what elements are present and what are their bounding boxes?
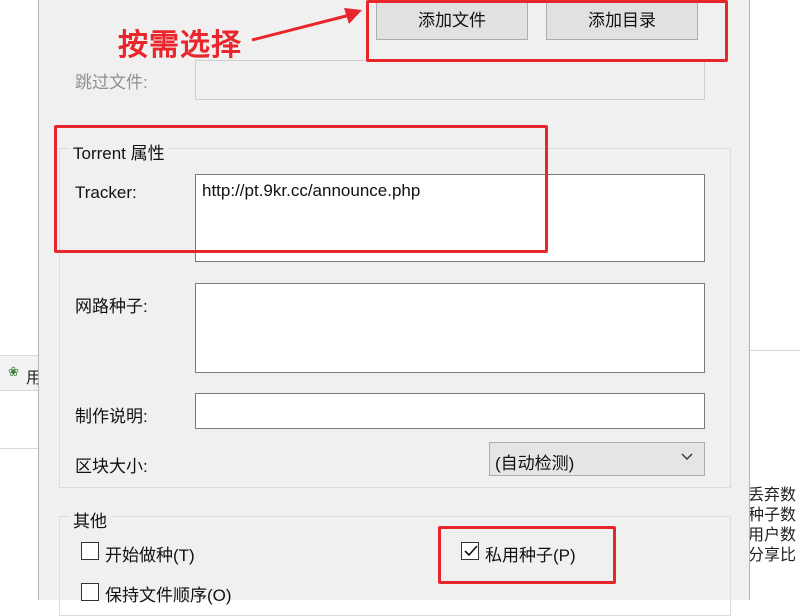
annotation-text: 按需选择 (118, 28, 242, 63)
preserve-order-checkbox[interactable] (81, 583, 99, 601)
piece-size-select[interactable]: (自动检测) (489, 442, 705, 476)
preserve-order-label[interactable]: 保持文件顺序(O) (105, 581, 232, 606)
start-seeding-checkbox[interactable] (81, 542, 99, 560)
comment-input[interactable] (195, 393, 705, 429)
piece-size-value: (自动检测) (495, 454, 575, 473)
annotation-box-private (438, 526, 616, 584)
comment-label: 制作说明: (75, 407, 148, 426)
annotation-box-add-buttons (366, 0, 728, 62)
skip-files-label: 跳过文件: (75, 73, 148, 92)
annotation-box-tracker (54, 125, 548, 253)
background-divider (0, 448, 40, 449)
app-icon: ❀ (8, 364, 19, 379)
background-toolbar: ❀ 用 (0, 355, 42, 391)
background-stats-panel: 丢弃数 种子数 用户数 分享比 (748, 350, 800, 601)
chevron-down-icon (680, 449, 694, 463)
web-seed-textarea[interactable] (195, 283, 705, 373)
skip-files-input[interactable] (195, 60, 705, 100)
create-torrent-dialog: 添加文件 添加目录 跳过文件: Torrent 属性 Tracker: http… (38, 0, 750, 616)
piece-size-label: 区块大小: (75, 457, 148, 476)
background-stat-line: 分享比 (748, 547, 797, 564)
start-seeding-label[interactable]: 开始做种(T) (105, 541, 195, 566)
other-options-title: 其他 (69, 507, 111, 532)
web-seed-label: 网路种子: (75, 297, 148, 316)
annotation-arrow-icon (251, 8, 362, 42)
